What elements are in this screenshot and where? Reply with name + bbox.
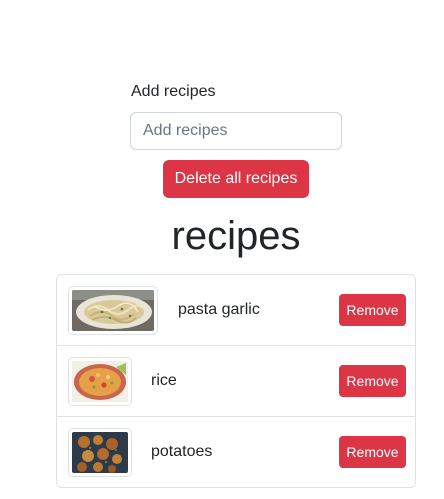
delete-all-button[interactable]: Delete all recipes bbox=[163, 160, 309, 198]
list-item: rice Remove bbox=[57, 346, 415, 417]
recipe-thumbnail bbox=[68, 286, 158, 335]
pasta-dish-image bbox=[72, 290, 154, 331]
recipe-thumbnail bbox=[68, 357, 132, 406]
recipe-name: pasta garlic bbox=[178, 301, 260, 318]
list-item: potatoes Remove bbox=[57, 417, 415, 487]
recipe-thumbnail bbox=[68, 428, 132, 477]
remove-button[interactable]: Remove bbox=[339, 365, 406, 397]
recipe-name: potatoes bbox=[151, 443, 213, 460]
add-recipes-label: Add recipes bbox=[131, 83, 216, 100]
rice-dish-image bbox=[72, 361, 128, 402]
add-recipes-input[interactable] bbox=[130, 112, 342, 150]
list-item: pasta garlic Remove bbox=[57, 275, 415, 346]
page-title: recipes bbox=[171, 214, 301, 258]
recipe-name: rice bbox=[151, 372, 177, 389]
recipe-list: pasta garlic Remove rice Remove potatoes… bbox=[56, 274, 416, 488]
remove-button[interactable]: Remove bbox=[339, 436, 406, 468]
remove-button[interactable]: Remove bbox=[339, 294, 406, 326]
potatoes-dish-image bbox=[72, 432, 128, 473]
